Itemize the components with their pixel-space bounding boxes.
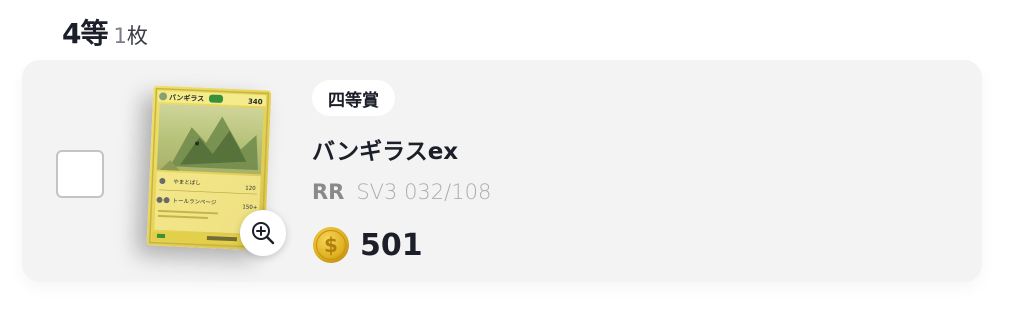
card-art-hp: 340 — [248, 98, 263, 107]
prize-tier-title: 4等 — [62, 17, 108, 50]
prize-item-card: バンギラス 340 やまとばし 120 トールランページ 150+ 四等賞 バン… — [22, 60, 982, 282]
card-name: バンギラスex — [312, 139, 459, 165]
prize-rank-badge: 四等賞 — [312, 80, 395, 116]
card-art-attack-1-damage: 120 — [245, 186, 256, 192]
card-rarity: RR — [312, 180, 345, 204]
coin-icon: $ — [313, 227, 349, 263]
prize-count-unit: 枚 — [126, 24, 148, 48]
page: 4等 1枚 バンギラス 340 やまとばし 120 トールランページ 150+ … — [0, 0, 1030, 316]
card-art-name: バンギラス — [169, 93, 205, 104]
zoom-in-icon — [252, 222, 275, 245]
price-row: $ 501 — [312, 226, 423, 264]
svg-text:$: $ — [324, 233, 338, 257]
zoom-in-button[interactable] — [240, 210, 286, 256]
card-meta-row: RR SV3 032/108 — [312, 180, 491, 204]
prize-count: 1枚 — [113, 20, 147, 50]
prize-count-number: 1 — [113, 24, 127, 48]
price-value: 501 — [360, 227, 423, 263]
select-checkbox[interactable] — [56, 150, 104, 198]
card-set-code: SV3 032/108 — [356, 180, 492, 204]
prize-section-header: 4等 1枚 — [62, 12, 148, 52]
